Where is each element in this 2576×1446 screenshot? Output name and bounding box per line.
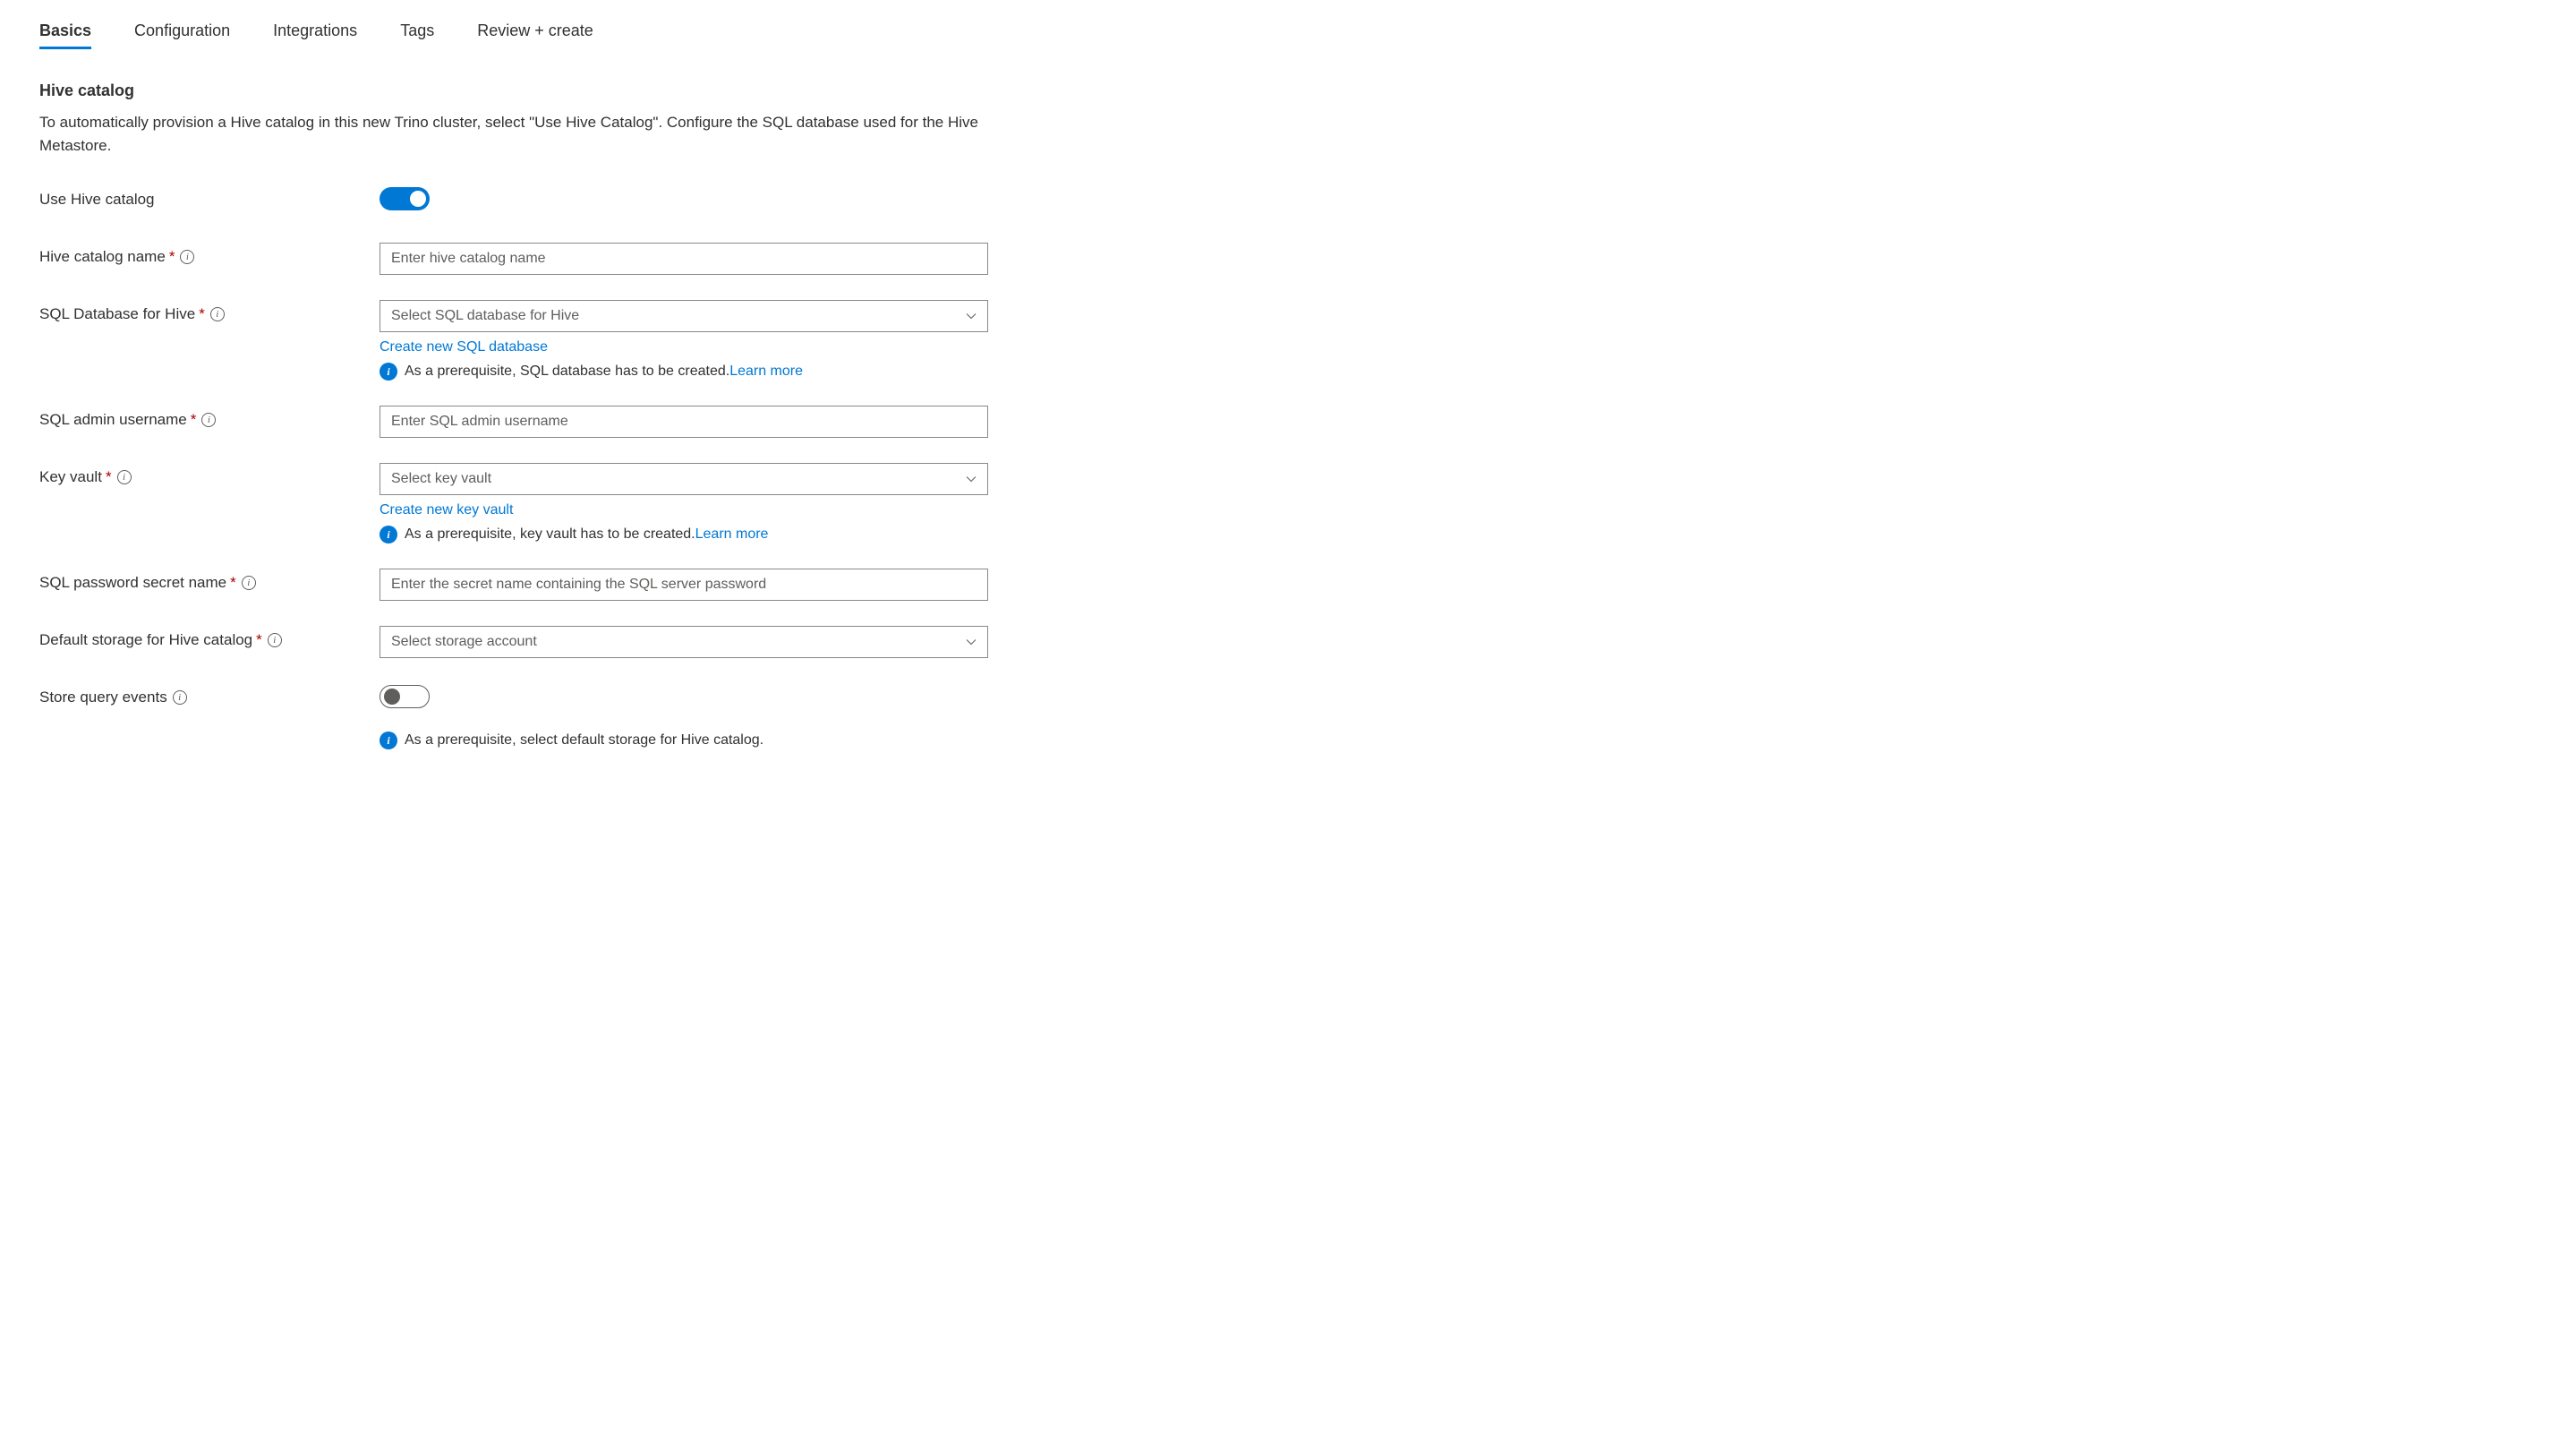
create-key-vault-link[interactable]: Create new key vault — [380, 502, 988, 518]
sql-db-learn-more-link[interactable]: Learn more — [729, 364, 803, 379]
store-query-events-label: Store query events — [39, 689, 167, 706]
sql-database-label: SQL Database for Hive — [39, 305, 195, 323]
chevron-down-icon — [966, 637, 977, 647]
store-query-events-prereq-text: As a prerequisite, select default storag… — [405, 732, 763, 749]
sql-password-secret-input[interactable] — [380, 569, 988, 601]
key-vault-learn-more-link[interactable]: Learn more — [695, 526, 769, 542]
required-indicator: * — [256, 631, 262, 649]
tab-basics[interactable]: Basics — [39, 21, 91, 49]
key-vault-prereq-text: As a prerequisite, key vault has to be c… — [405, 526, 695, 542]
sql-admin-username-label: SQL admin username — [39, 411, 187, 429]
required-indicator: * — [191, 411, 197, 429]
sql-admin-username-input[interactable] — [380, 406, 988, 438]
info-icon[interactable]: i — [242, 576, 256, 590]
required-indicator: * — [169, 248, 175, 266]
key-vault-select[interactable]: Select key vault — [380, 463, 988, 495]
info-badge-icon: i — [380, 732, 397, 749]
tab-integrations[interactable]: Integrations — [273, 21, 357, 49]
use-hive-catalog-label: Use Hive catalog — [39, 191, 155, 209]
section-title: Hive catalog — [39, 81, 2537, 100]
info-icon[interactable]: i — [173, 690, 187, 705]
sql-password-secret-label: SQL password secret name — [39, 574, 226, 592]
use-hive-catalog-toggle[interactable] — [380, 187, 430, 210]
info-icon[interactable]: i — [201, 413, 216, 427]
info-icon[interactable]: i — [268, 633, 282, 647]
tabs-nav: Basics Configuration Integrations Tags R… — [39, 21, 2537, 49]
tab-review-create[interactable]: Review + create — [477, 21, 593, 49]
key-vault-placeholder: Select key vault — [391, 471, 491, 487]
info-badge-icon: i — [380, 363, 397, 381]
info-icon[interactable]: i — [117, 470, 132, 484]
hive-catalog-name-input[interactable] — [380, 243, 988, 275]
required-indicator: * — [230, 574, 236, 592]
store-query-events-toggle[interactable] — [380, 685, 430, 708]
info-icon[interactable]: i — [180, 250, 194, 264]
required-indicator: * — [199, 305, 205, 323]
info-badge-icon: i — [380, 526, 397, 543]
default-storage-placeholder: Select storage account — [391, 634, 537, 650]
sql-database-placeholder: Select SQL database for Hive — [391, 308, 579, 324]
chevron-down-icon — [966, 311, 977, 321]
key-vault-label: Key vault — [39, 468, 102, 486]
info-icon[interactable]: i — [210, 307, 225, 321]
sql-database-select[interactable]: Select SQL database for Hive — [380, 300, 988, 332]
chevron-down-icon — [966, 474, 977, 484]
default-storage-label: Default storage for Hive catalog — [39, 631, 252, 649]
default-storage-select[interactable]: Select storage account — [380, 626, 988, 658]
section-description: To automatically provision a Hive catalo… — [39, 111, 988, 157]
required-indicator: * — [106, 468, 112, 486]
create-sql-database-link[interactable]: Create new SQL database — [380, 339, 988, 355]
hive-catalog-name-label: Hive catalog name — [39, 248, 166, 266]
tab-tags[interactable]: Tags — [400, 21, 434, 49]
sql-db-prereq-text: As a prerequisite, SQL database has to b… — [405, 364, 729, 379]
tab-configuration[interactable]: Configuration — [134, 21, 230, 49]
